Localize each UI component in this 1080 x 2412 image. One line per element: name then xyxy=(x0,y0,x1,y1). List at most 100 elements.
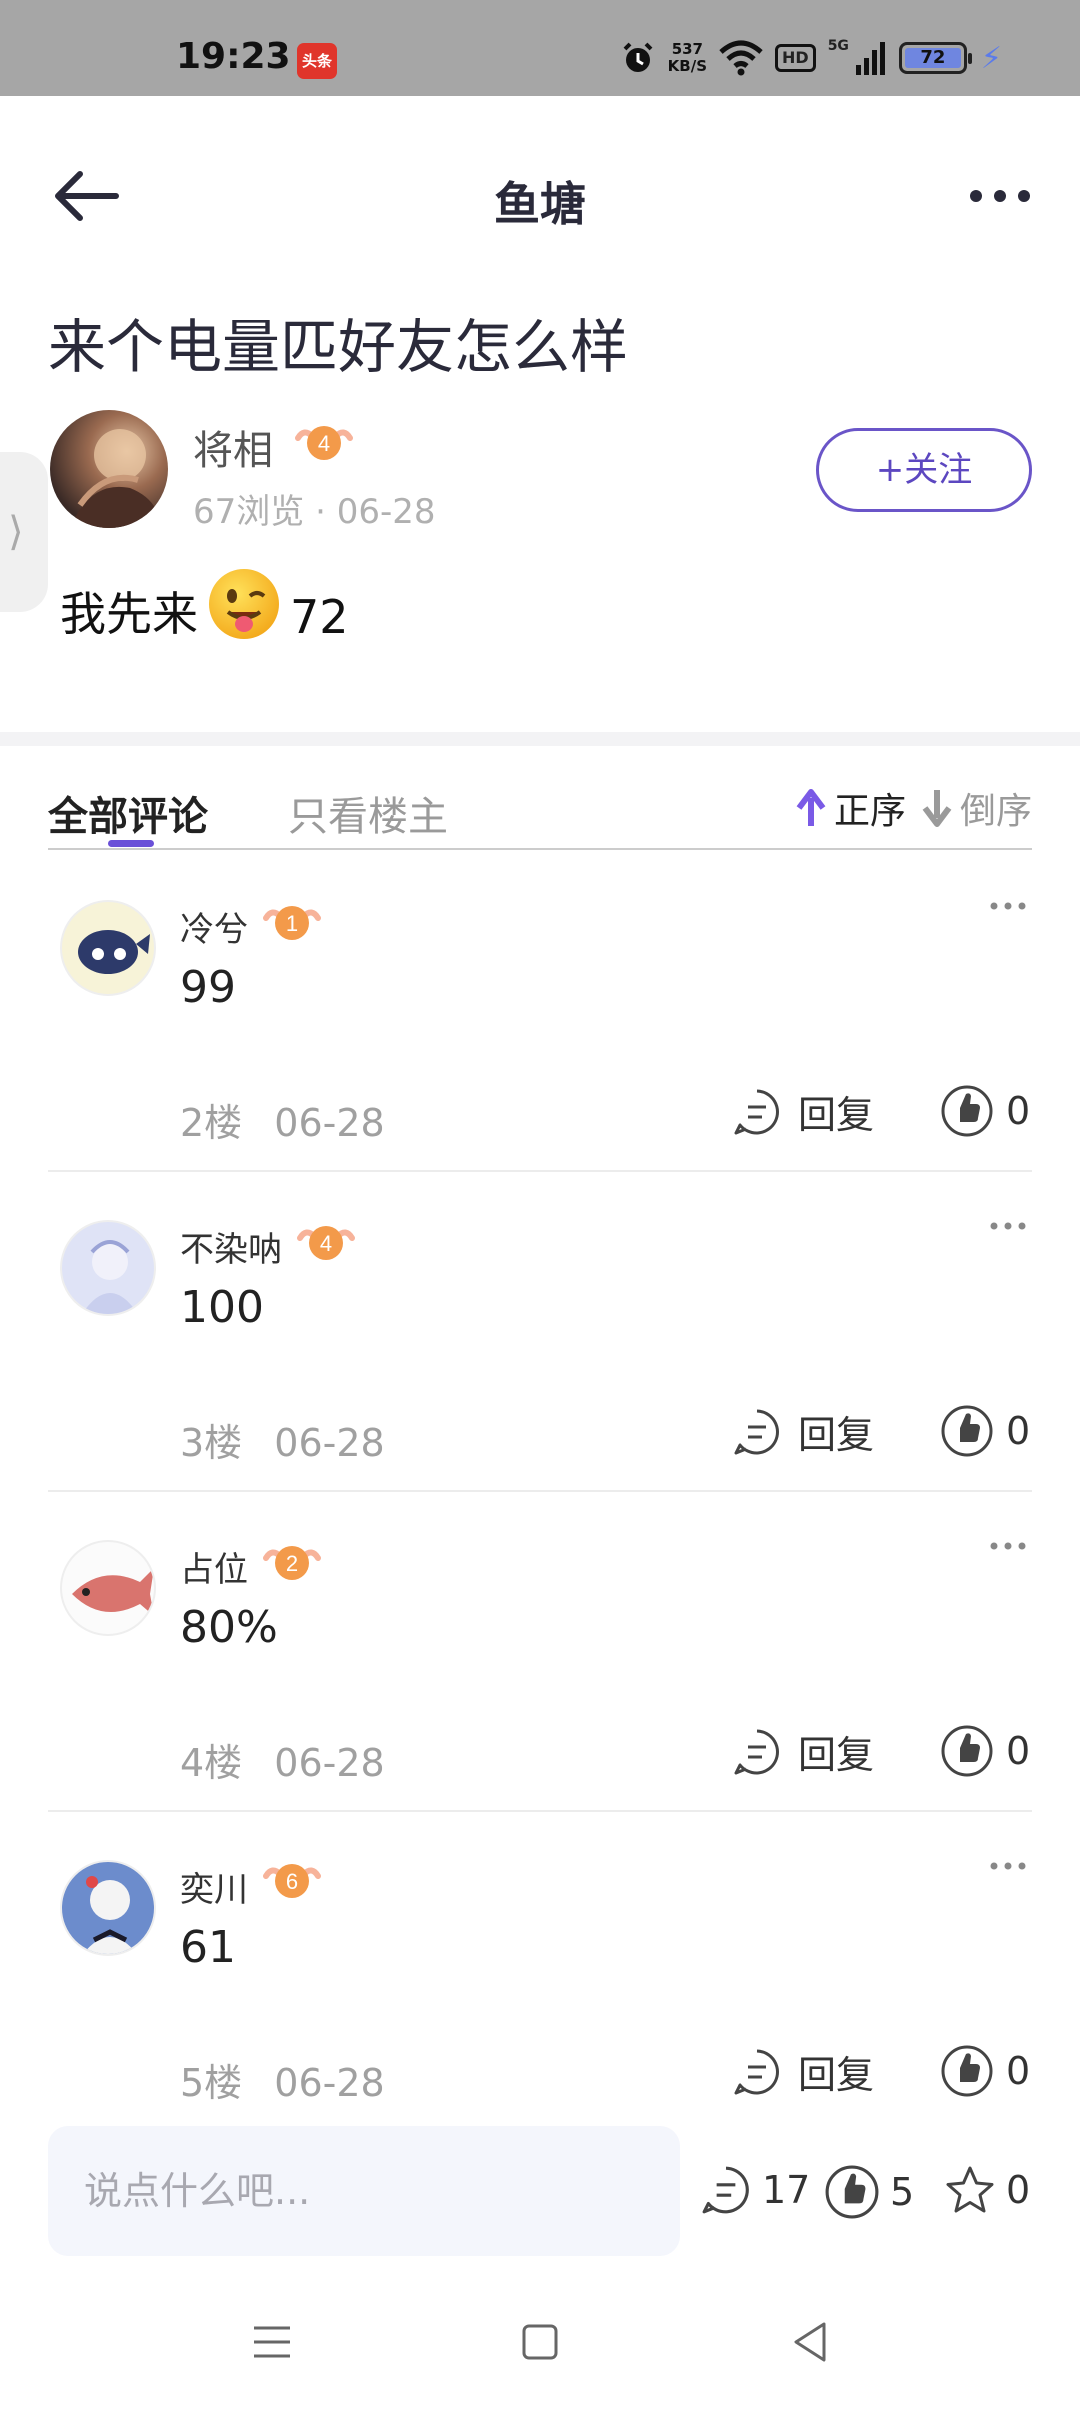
thumbs-up-icon xyxy=(941,1725,993,1777)
side-drawer-handle[interactable]: ⟩ xyxy=(0,452,48,612)
sort-controls: 正序 倒序 xyxy=(794,782,1032,834)
commenter-avatar-image xyxy=(78,930,150,974)
sort-ascending[interactable]: 正序 xyxy=(834,782,906,834)
like-button[interactable]: 0 xyxy=(940,1724,1030,1778)
commenter-avatar[interactable] xyxy=(60,1540,156,1636)
comment-floor-date: 3楼 06-28 xyxy=(180,1412,385,1467)
comment-more-icon[interactable] xyxy=(988,896,1028,916)
like-count: 0 xyxy=(1006,2049,1031,2093)
thumbs-up-icon xyxy=(941,1405,993,1457)
svg-text:4: 4 xyxy=(318,431,330,456)
svg-text:6: 6 xyxy=(286,1869,298,1894)
post-like-button[interactable]: 5 xyxy=(824,2164,914,2220)
commenter-name[interactable]: 占位 xyxy=(180,1542,248,1591)
sort-descending[interactable]: 倒序 xyxy=(960,782,1032,834)
tab-all-comments[interactable]: 全部评论 xyxy=(48,784,208,842)
favorite-count: 0 xyxy=(1006,2168,1031,2212)
post-meta: 67浏览 · 06-28 xyxy=(193,484,436,533)
winking-tongue-emoji-icon xyxy=(209,569,279,639)
top-nav: 鱼塘 xyxy=(0,96,1080,296)
comment-input[interactable]: 说点什么吧... xyxy=(48,2126,680,2256)
level-badge-icon: 1 xyxy=(263,906,321,940)
comment-tabs: 全部评论 只看楼主 正序 倒序 xyxy=(48,770,1032,850)
signal-icon xyxy=(855,42,885,75)
star-icon xyxy=(946,2166,994,2213)
post-title: 来个电量匹好友怎么样 xyxy=(48,313,629,381)
battery-level: 72 xyxy=(904,48,961,68)
tab-indicator xyxy=(108,840,154,847)
like-button[interactable]: 0 xyxy=(940,2044,1030,2098)
commenter-name[interactable]: 奕川 xyxy=(180,1862,248,1911)
home-icon[interactable] xyxy=(510,2312,570,2372)
battery-icon: 72 xyxy=(898,42,972,74)
like-button[interactable]: 0 xyxy=(940,1404,1030,1458)
level-badge-icon: 4 xyxy=(297,1226,355,1260)
meta-separator: · xyxy=(315,492,337,532)
thumbs-up-icon xyxy=(941,2045,993,2097)
commenter-avatar[interactable] xyxy=(60,1220,156,1316)
tab-op-only[interactable]: 只看楼主 xyxy=(288,784,448,842)
more-options-icon[interactable] xyxy=(960,176,1040,216)
comment-more-icon[interactable] xyxy=(988,1216,1028,1236)
commenter-avatar-image xyxy=(82,1240,138,1314)
like-count: 0 xyxy=(1006,1729,1031,1773)
reply-label: 回复 xyxy=(798,1093,875,1137)
like-count: 0 xyxy=(1006,1089,1031,1133)
author-avatar-image xyxy=(70,429,160,528)
reply-button[interactable]: 回复 xyxy=(732,1404,874,1459)
post-date: 06-28 xyxy=(336,492,436,532)
reply-bubble-icon xyxy=(734,1729,779,1774)
reply-bubble-icon xyxy=(734,2049,779,2094)
floor-number: 4楼 xyxy=(180,1741,243,1785)
svg-text:2: 2 xyxy=(286,1551,298,1576)
svg-text:1: 1 xyxy=(286,911,298,936)
reply-label: 回复 xyxy=(798,2053,875,2097)
post-body-text: 我先来 xyxy=(60,587,198,641)
follow-button[interactable]: +关注 xyxy=(816,428,1032,512)
reply-button[interactable]: 回复 xyxy=(732,1084,874,1139)
svg-text:4: 4 xyxy=(320,1231,332,1256)
comments-button[interactable]: 17 xyxy=(700,2164,810,2216)
post-body: 我先来 72 xyxy=(60,566,349,644)
page-title: 鱼塘 xyxy=(494,177,586,231)
comment-item: 冷兮 1 99 2楼 06-28 回复 0 xyxy=(48,852,1032,1172)
comment-more-icon[interactable] xyxy=(988,1856,1028,1876)
status-bar: 19:23 头条 537 KB/S HD 5G 72 ⚡ xyxy=(0,0,1080,96)
comment-floor-date: 4楼 06-28 xyxy=(180,1732,385,1787)
menu-icon[interactable] xyxy=(242,2312,302,2372)
alarm-icon xyxy=(623,42,653,72)
commenter-avatar-image xyxy=(83,1876,137,1954)
arrow-up-icon[interactable] xyxy=(794,788,828,828)
comment-floor-date: 5楼 06-28 xyxy=(180,2052,385,2107)
charging-icon: ⚡ xyxy=(980,40,1002,76)
post-like-count: 5 xyxy=(890,2170,915,2214)
commenter-avatar-image xyxy=(72,1568,154,1616)
toutiao-app-icon: 头条 xyxy=(297,43,337,79)
floor-number: 2楼 xyxy=(180,1101,243,1145)
comment-item: 不染呐 4 100 3楼 06-28 回复 0 xyxy=(48,1172,1032,1492)
commenter-name[interactable]: 不染呐 xyxy=(180,1222,282,1271)
author-name[interactable]: 将相 xyxy=(193,418,273,476)
commenter-avatar[interactable] xyxy=(60,900,156,996)
reply-bubble-icon xyxy=(734,1409,779,1454)
system-navigation-bar xyxy=(0,2270,1080,2412)
comment-text: 99 xyxy=(180,962,236,1013)
comment-date: 06-28 xyxy=(274,1101,385,1145)
thumbs-up-icon xyxy=(825,2165,879,2219)
reply-bubble-icon xyxy=(734,1089,779,1134)
comment-more-icon[interactable] xyxy=(988,1536,1028,1556)
like-button[interactable]: 0 xyxy=(940,1084,1030,1138)
hd-icon: HD xyxy=(775,44,816,72)
commenter-avatar[interactable] xyxy=(60,1860,156,1956)
reply-button[interactable]: 回复 xyxy=(732,2044,874,2099)
author-avatar[interactable] xyxy=(50,410,168,528)
favorite-button[interactable]: 0 xyxy=(944,2164,1030,2216)
commenter-name[interactable]: 冷兮 xyxy=(180,902,248,951)
back-triangle-icon[interactable] xyxy=(780,2312,840,2372)
reply-button[interactable]: 回复 xyxy=(732,1724,874,1779)
status-time: 19:23 xyxy=(176,36,291,77)
comment-item: 奕川 6 61 5楼 06-28 回复 0 xyxy=(48,1812,1032,2132)
floor-number: 3楼 xyxy=(180,1421,243,1465)
floor-number: 5楼 xyxy=(180,2061,243,2105)
arrow-down-icon[interactable] xyxy=(920,788,954,828)
